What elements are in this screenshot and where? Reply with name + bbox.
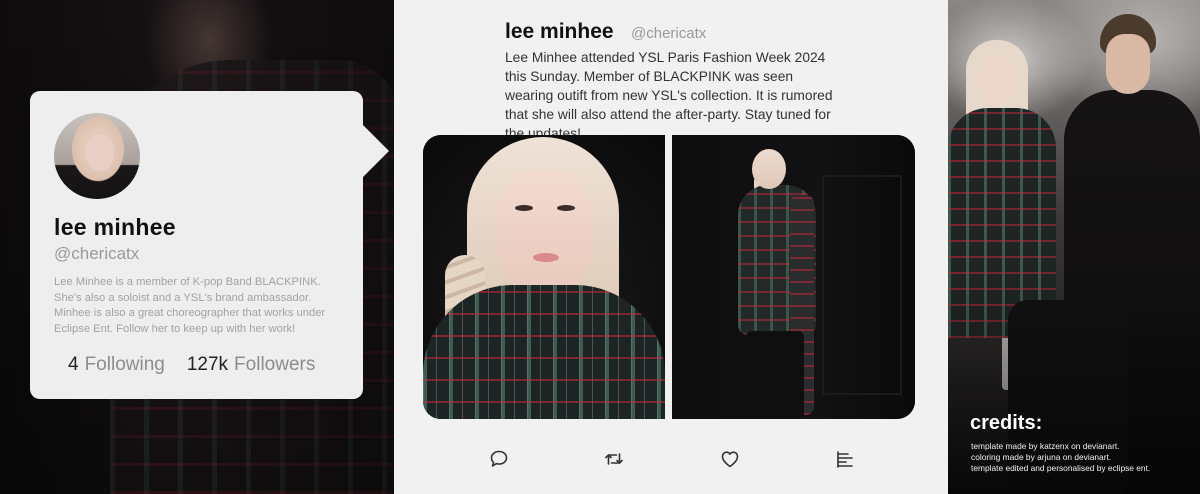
credits-line: coloring made by arjuna on devianart.	[971, 452, 1112, 462]
profile-stats: 4 Following 127k Followers	[68, 354, 315, 376]
post-actions	[488, 448, 858, 472]
post-author-handle[interactable]: @chericatx	[631, 25, 706, 42]
retweet-icon[interactable]	[603, 448, 625, 470]
following-label[interactable]: Following	[85, 354, 165, 376]
credits-line: template edited and personalised by ecli…	[971, 463, 1151, 473]
reply-icon[interactable]	[488, 448, 510, 470]
credits-title: credits:	[970, 412, 1043, 434]
credits-line: template made by katzenx on devianart.	[971, 441, 1120, 451]
share-icon[interactable]	[834, 448, 856, 470]
profile-name[interactable]: lee minhee	[54, 214, 176, 241]
profile-bio: Lee Minhee is a member of K-pop Band BLA…	[54, 276, 326, 335]
following-count[interactable]: 4	[68, 354, 79, 376]
followers-count[interactable]: 127k	[187, 354, 228, 376]
followers-label[interactable]: Followers	[234, 354, 315, 376]
card-pointer	[363, 125, 389, 177]
post: lee minhee @chericatx Lee Minhee attende…	[394, 0, 948, 494]
avatar[interactable]	[54, 113, 140, 199]
profile-handle[interactable]: @chericatx	[54, 244, 139, 264]
post-photo-closeup[interactable]	[423, 135, 665, 419]
post-author-name[interactable]: lee minhee	[505, 20, 614, 44]
profile-card: lee minhee @chericatx Lee Minhee is a me…	[30, 91, 389, 399]
post-text: Lee Minhee attended YSL Paris Fashion We…	[505, 50, 833, 141]
post-photo-full-length[interactable]	[672, 135, 915, 419]
like-icon[interactable]	[719, 448, 741, 470]
post-media	[423, 135, 915, 419]
